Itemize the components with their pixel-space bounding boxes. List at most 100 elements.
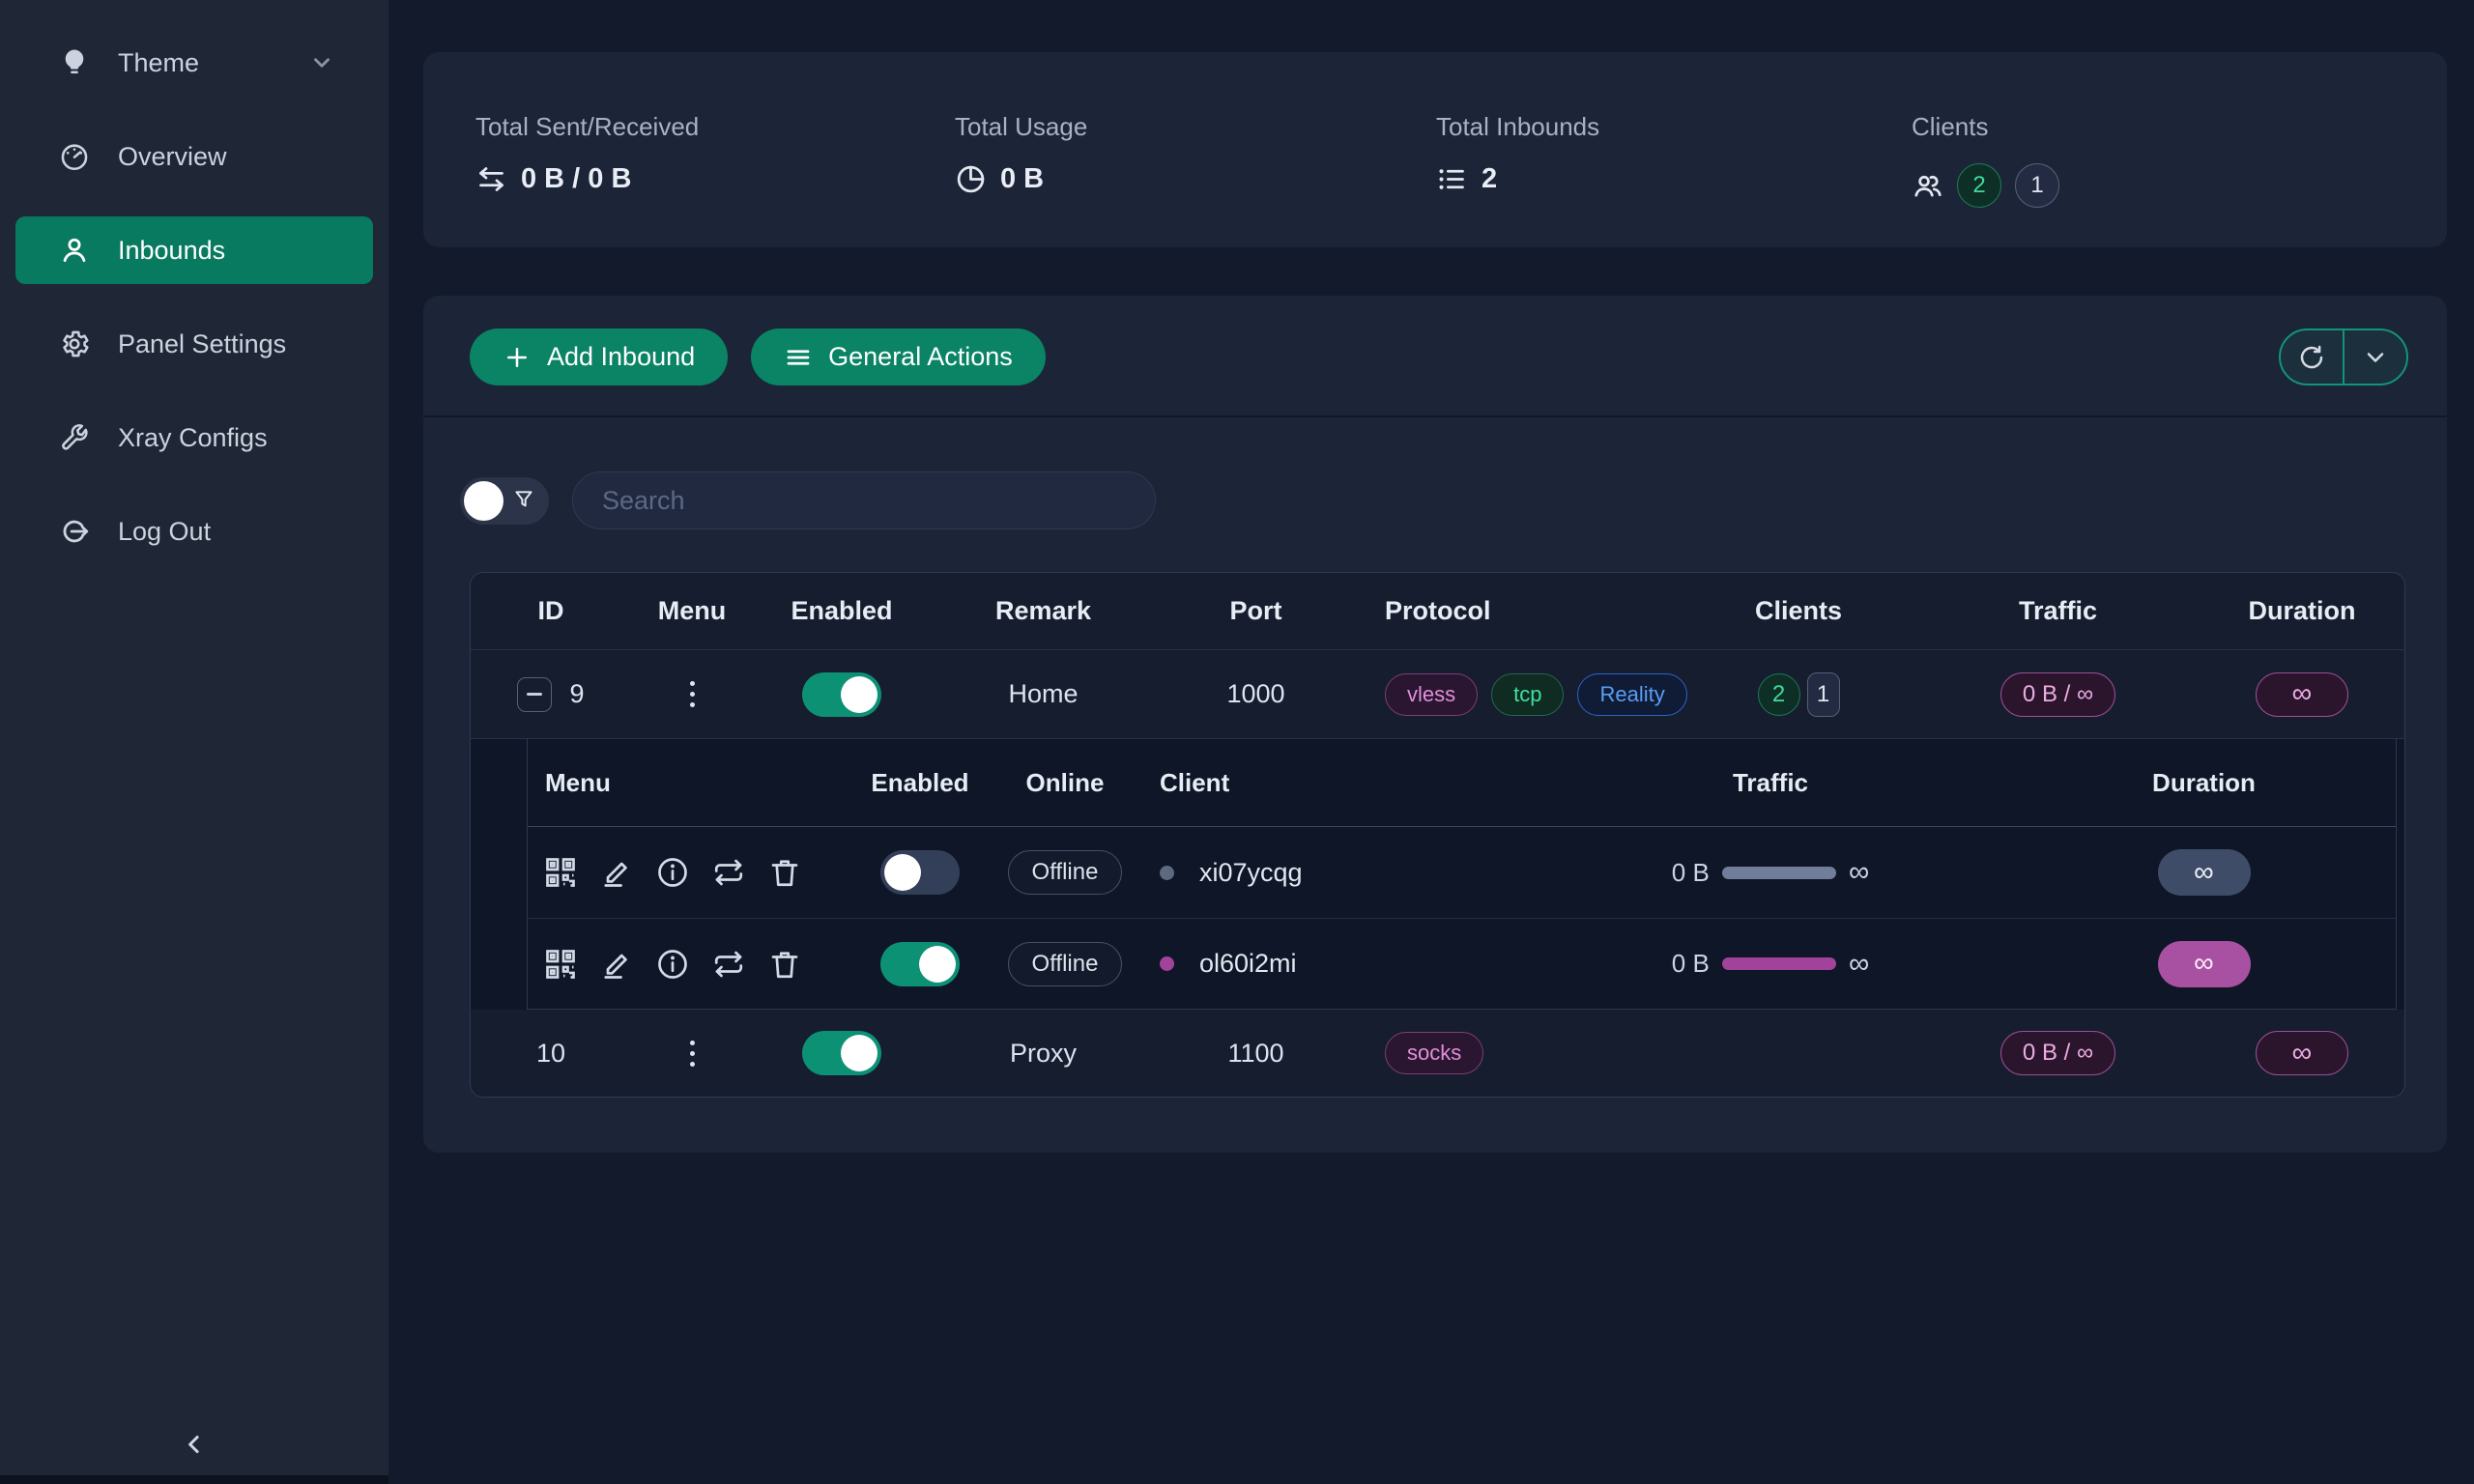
inbounds-panel: Add Inbound General Actions bbox=[423, 296, 2447, 1153]
protocol-tag-socks: socks bbox=[1385, 1032, 1483, 1074]
main-content: Total Sent/Received 0 B / 0 B Total Usag… bbox=[388, 0, 2474, 1484]
toggle-knob bbox=[919, 946, 956, 983]
qrcode-icon[interactable] bbox=[543, 947, 578, 982]
qrcode-icon[interactable] bbox=[543, 855, 578, 890]
stat-total-sent-received: Total Sent/Received 0 B / 0 B bbox=[423, 52, 903, 247]
add-inbound-label: Add Inbound bbox=[547, 342, 695, 372]
lightbulb-icon bbox=[58, 46, 91, 79]
refresh-icon bbox=[2297, 343, 2326, 372]
add-inbound-button[interactable]: Add Inbound bbox=[470, 328, 728, 385]
stat-value: 2 bbox=[1482, 163, 1497, 195]
sidebar-item-label: Log Out bbox=[118, 517, 211, 547]
sidebar-item-inbounds[interactable]: Inbounds bbox=[15, 216, 373, 284]
header-port: Port bbox=[1156, 596, 1356, 626]
traffic-badge: 0 B / ∞ bbox=[2000, 672, 2115, 717]
client-enabled-toggle[interactable] bbox=[880, 850, 960, 895]
stat-total-usage: Total Usage 0 B bbox=[903, 52, 1384, 247]
edit-icon[interactable] bbox=[599, 855, 634, 890]
protocol-tag-reality: Reality bbox=[1577, 673, 1686, 716]
sidebar-item-label: Panel Settings bbox=[118, 329, 286, 359]
expanded-clients-section: Menu Enabled Online Client Traffic Durat… bbox=[471, 739, 2404, 1010]
clients-online-badge: 2 bbox=[1957, 163, 2001, 208]
online-status-badge: Offline bbox=[1008, 942, 1123, 986]
stats-card: Total Sent/Received 0 B / 0 B Total Usag… bbox=[423, 52, 2447, 247]
traffic-limit: ∞ bbox=[1849, 948, 1869, 981]
refresh-options-button[interactable] bbox=[2343, 330, 2406, 384]
sidebar-item-overview[interactable]: Overview bbox=[15, 123, 373, 190]
protocol-tag-vless: vless bbox=[1385, 673, 1478, 716]
client-traffic-used: 0 B bbox=[1672, 858, 1710, 888]
header-remark: Remark bbox=[931, 596, 1156, 626]
info-icon[interactable] bbox=[655, 947, 690, 982]
sidebar-item-label: Theme bbox=[118, 48, 199, 78]
general-actions-button[interactable]: General Actions bbox=[751, 328, 1046, 385]
sidebar-collapse-button[interactable] bbox=[0, 1430, 388, 1459]
header-menu: Menu bbox=[631, 596, 753, 626]
filter-row bbox=[423, 417, 2447, 529]
protocol-tag-tcp: tcp bbox=[1491, 673, 1564, 716]
info-icon[interactable] bbox=[655, 855, 690, 890]
list-icon bbox=[1436, 163, 1468, 195]
inbound-id: 9 bbox=[569, 679, 584, 709]
row-menu-button[interactable] bbox=[684, 675, 701, 713]
traffic-badge: 0 B / ∞ bbox=[2000, 1031, 2115, 1075]
plus-icon bbox=[503, 343, 532, 372]
stat-label: Total Usage bbox=[955, 112, 1384, 142]
search-input[interactable] bbox=[572, 471, 1156, 529]
sidebar-item-theme[interactable]: Theme bbox=[15, 29, 373, 97]
collapse-row-button[interactable] bbox=[517, 677, 552, 712]
clients-header-menu: Menu bbox=[543, 768, 833, 798]
reset-traffic-icon[interactable] bbox=[711, 947, 746, 982]
toggle-knob bbox=[884, 854, 921, 891]
toolbar: Add Inbound General Actions bbox=[423, 296, 2447, 415]
client-status-dot bbox=[1160, 866, 1174, 880]
client-traffic-used: 0 B bbox=[1672, 949, 1710, 979]
sidebar-item-panel-settings[interactable]: Panel Settings bbox=[15, 310, 373, 378]
header-traffic: Traffic bbox=[1918, 596, 2198, 626]
client-count-other: 1 bbox=[1807, 672, 1840, 717]
delete-icon[interactable] bbox=[767, 855, 802, 890]
client-row-xi07ycqg: Offline xi07ycqg 0 B ∞ ∞ bbox=[528, 827, 2396, 918]
chevron-down-icon bbox=[2362, 344, 2389, 371]
client-row-ol60i2mi: Offline ol60i2mi 0 B ∞ ∞ bbox=[528, 918, 2396, 1009]
row-menu-button[interactable] bbox=[684, 1035, 701, 1072]
clients-sub-table: Menu Enabled Online Client Traffic Durat… bbox=[527, 739, 2397, 1010]
traffic-progress-bar bbox=[1722, 957, 1836, 970]
header-clients: Clients bbox=[1679, 596, 1918, 626]
sidebar-item-xray-configs[interactable]: Xray Configs bbox=[15, 404, 373, 471]
filter-toggle[interactable] bbox=[460, 477, 549, 525]
toggle-knob bbox=[841, 1035, 877, 1071]
refresh-button[interactable] bbox=[2281, 330, 2343, 384]
stat-label: Total Sent/Received bbox=[475, 112, 903, 142]
table-row-inbound-9: 9 Home 1000 vless tcp Reality 2 1 0 B / … bbox=[471, 650, 2404, 739]
team-icon bbox=[1912, 170, 1943, 202]
edit-icon[interactable] bbox=[599, 947, 634, 982]
client-enabled-toggle[interactable] bbox=[880, 942, 960, 986]
stat-label: Clients bbox=[1912, 112, 2447, 142]
inbound-remark: Home bbox=[931, 679, 1156, 709]
chevron-down-icon bbox=[309, 50, 334, 75]
client-duration-badge: ∞ bbox=[2158, 941, 2251, 987]
header-id: ID bbox=[471, 596, 631, 626]
clients-deactivated-badge: 1 bbox=[2015, 163, 2059, 208]
header-enabled: Enabled bbox=[753, 596, 931, 626]
minus-icon bbox=[527, 693, 542, 696]
clients-header-row: Menu Enabled Online Client Traffic Durat… bbox=[528, 739, 2396, 827]
reset-traffic-icon[interactable] bbox=[711, 855, 746, 890]
stat-value: 0 B / 0 B bbox=[521, 163, 631, 195]
clients-header-traffic: Traffic bbox=[1510, 768, 2031, 798]
pie-chart-icon bbox=[955, 163, 987, 195]
enabled-toggle[interactable] bbox=[802, 1031, 881, 1075]
stat-label: Total Inbounds bbox=[1436, 112, 1859, 142]
sidebar: Theme Overview Inbounds Panel Settings bbox=[0, 0, 388, 1484]
logout-icon bbox=[58, 515, 91, 548]
client-name: ol60i2mi bbox=[1199, 949, 1297, 979]
enabled-toggle[interactable] bbox=[802, 672, 881, 717]
delete-icon[interactable] bbox=[767, 947, 802, 982]
clients-header-enabled: Enabled bbox=[833, 768, 1007, 798]
chevron-left-icon bbox=[180, 1430, 209, 1459]
inbound-remark: Proxy bbox=[931, 1039, 1156, 1069]
sidebar-item-log-out[interactable]: Log Out bbox=[15, 498, 373, 565]
user-icon bbox=[58, 234, 91, 267]
client-name: xi07ycqg bbox=[1199, 858, 1303, 888]
